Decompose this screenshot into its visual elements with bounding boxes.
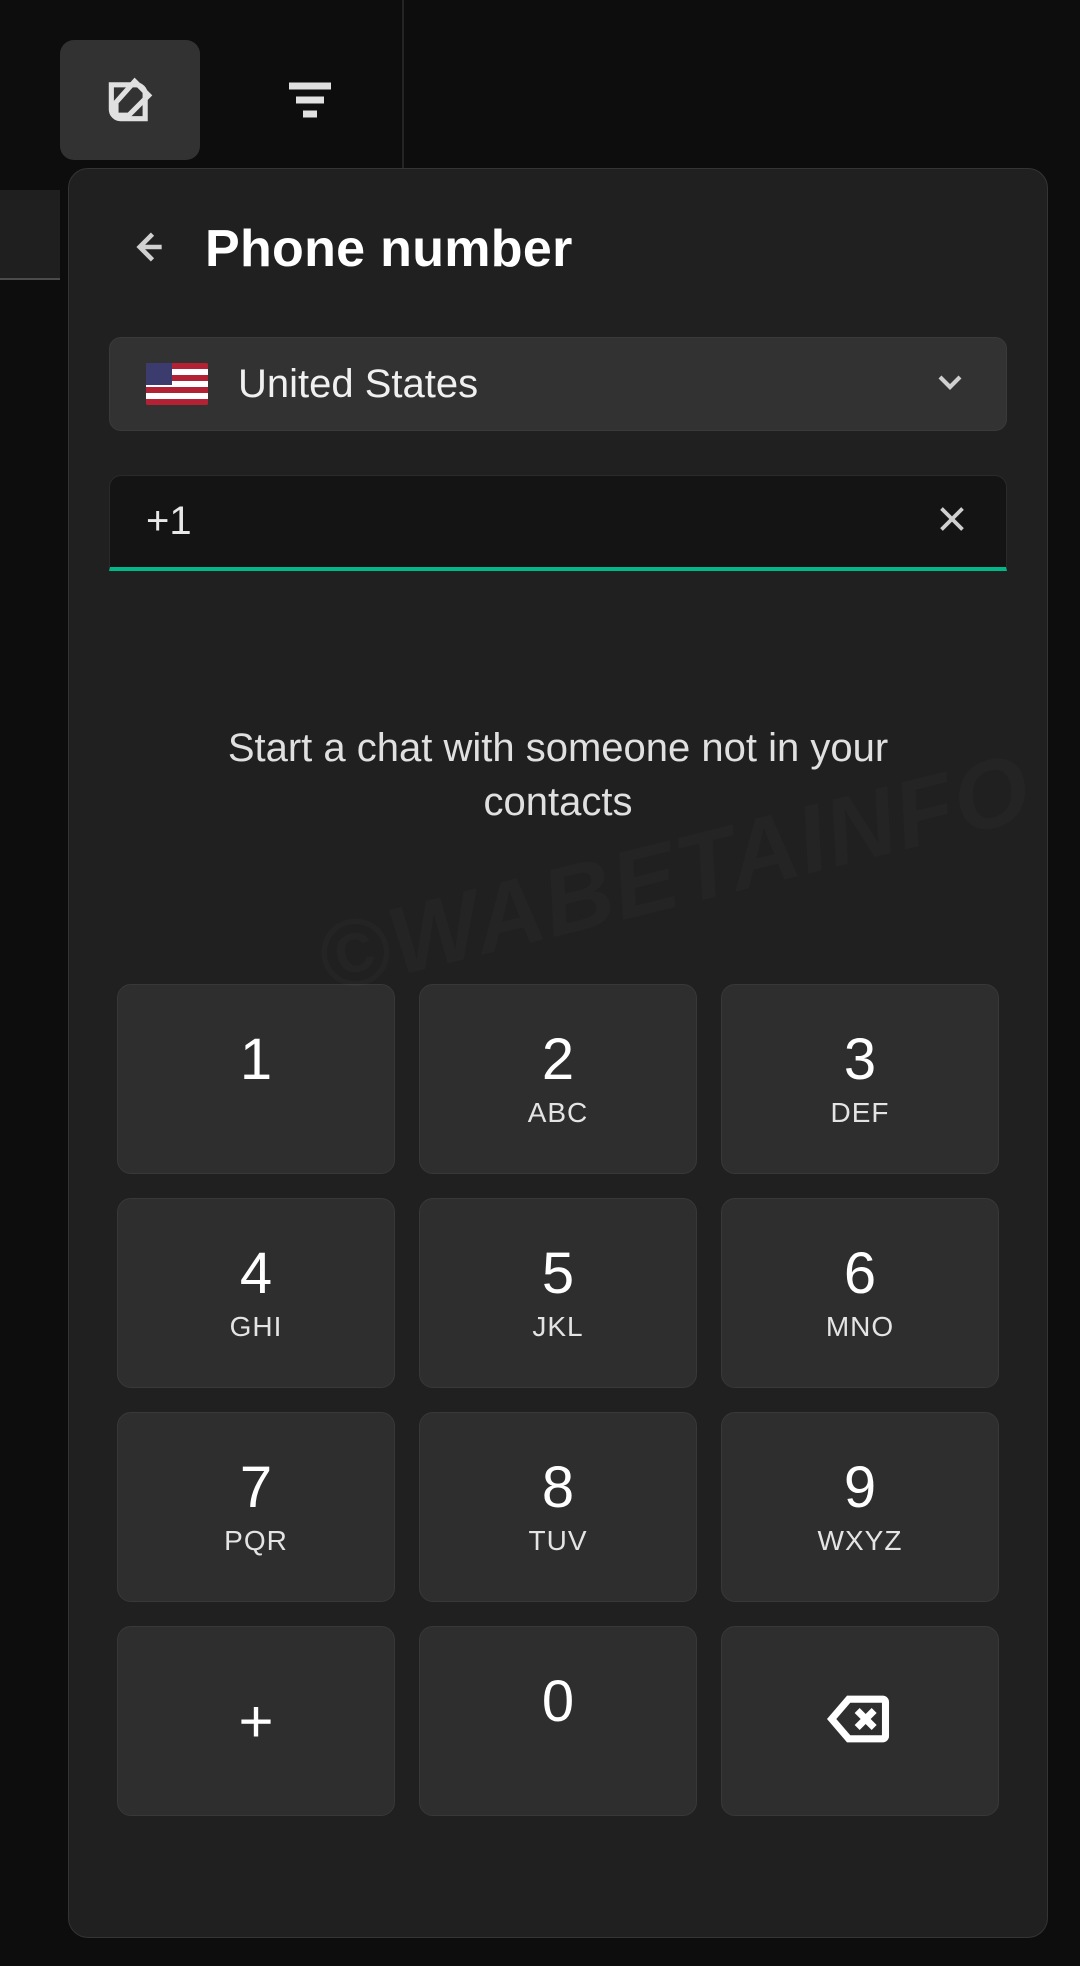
key-digit: 0	[542, 1673, 574, 1731]
key-digit: 3	[844, 1031, 876, 1089]
key-digit: 4	[240, 1245, 272, 1303]
key-sub: TUV	[529, 1525, 588, 1555]
key-sub: GHI	[230, 1311, 283, 1341]
key-delete[interactable]	[721, 1626, 999, 1816]
key-digit: 8	[542, 1459, 574, 1517]
key-2[interactable]: 2 ABC	[419, 984, 697, 1174]
country-selector[interactable]: United States	[109, 337, 1007, 431]
key-4[interactable]: 4 GHI	[117, 1198, 395, 1388]
country-name: United States	[238, 362, 478, 407]
country-selector-value: United States	[146, 362, 478, 407]
key-digit: 1	[240, 1031, 272, 1089]
pane-divider	[402, 0, 404, 168]
key-digit: 9	[844, 1459, 876, 1517]
key-3[interactable]: 3 DEF	[721, 984, 999, 1174]
sidebar-active-indicator	[0, 190, 60, 280]
key-6[interactable]: 6 MNO	[721, 1198, 999, 1388]
phone-input[interactable]: +1	[109, 475, 1007, 571]
key-digit: 6	[844, 1245, 876, 1303]
key-digit: 7	[240, 1459, 272, 1517]
flag-us-icon	[146, 363, 208, 405]
key-plus[interactable]: +	[117, 1626, 395, 1816]
chevron-down-icon	[930, 362, 970, 407]
clear-button[interactable]	[934, 501, 970, 542]
key-sub: WXYZ	[818, 1525, 903, 1555]
key-7[interactable]: 7 PQR	[117, 1412, 395, 1602]
filter-button[interactable]	[240, 40, 380, 160]
key-5[interactable]: 5 JKL	[419, 1198, 697, 1388]
key-sub: MNO	[826, 1311, 894, 1341]
key-digit: 5	[542, 1245, 574, 1303]
backspace-icon	[826, 1685, 894, 1758]
key-1[interactable]: 1	[117, 984, 395, 1174]
panel-title: Phone number	[205, 219, 573, 279]
key-9[interactable]: 9 WXYZ	[721, 1412, 999, 1602]
hint-text: Start a chat with someone not in your co…	[178, 721, 938, 829]
key-sub: DEF	[831, 1097, 890, 1127]
key-0[interactable]: 0	[419, 1626, 697, 1816]
close-icon	[934, 524, 970, 541]
key-sub: PQR	[224, 1525, 288, 1555]
plus-icon: +	[238, 1687, 273, 1756]
key-8[interactable]: 8 TUV	[419, 1412, 697, 1602]
phone-number-panel: ©WABETAINFO Phone number United States +…	[68, 168, 1048, 1938]
key-digit: 2	[542, 1031, 574, 1089]
key-sub: JKL	[532, 1311, 583, 1341]
key-sub: ABC	[528, 1097, 589, 1127]
phone-input-value: +1	[146, 499, 192, 544]
dial-keypad: 1 2 ABC 3 DEF 4 GHI 5 JKL 6 MNO 7 PQR 8 TUV 9 WX…	[109, 984, 1007, 1816]
back-button[interactable]	[125, 225, 169, 274]
compose-button[interactable]	[60, 40, 200, 160]
panel-header: Phone number	[109, 219, 1007, 279]
